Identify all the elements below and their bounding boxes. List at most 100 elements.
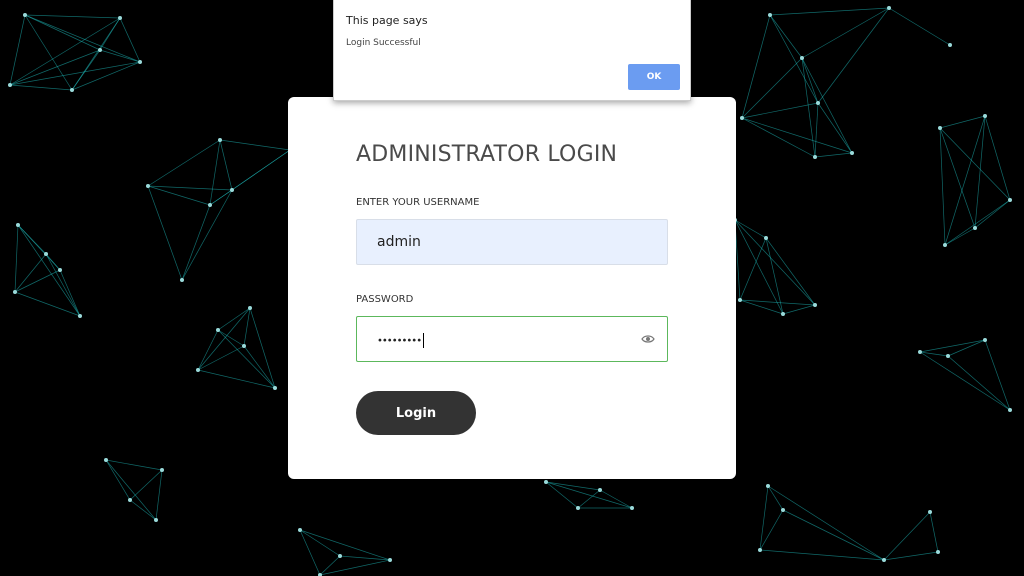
network-link xyxy=(883,511,931,561)
network-node xyxy=(138,60,142,64)
network-node xyxy=(781,312,785,316)
network-link xyxy=(219,139,233,191)
network-node xyxy=(781,508,785,512)
network-link xyxy=(219,139,291,151)
network-link xyxy=(817,102,853,154)
network-link xyxy=(801,57,853,154)
network-link xyxy=(801,7,890,59)
network-node xyxy=(196,368,200,372)
network-node xyxy=(943,243,947,247)
network-node xyxy=(128,498,132,502)
network-link xyxy=(739,299,816,306)
network-link xyxy=(759,509,784,551)
network-node xyxy=(544,480,548,484)
network-link xyxy=(759,549,885,561)
network-link xyxy=(974,199,1011,229)
network-link xyxy=(947,339,986,357)
network-link xyxy=(105,459,157,521)
network-node xyxy=(813,303,817,307)
network-node xyxy=(230,188,234,192)
network-link xyxy=(105,459,163,471)
dialog-message: Login Successful xyxy=(346,38,421,48)
network-node xyxy=(180,278,184,282)
password-mask: ••••••••• xyxy=(377,335,422,347)
network-link xyxy=(782,509,885,561)
network-node xyxy=(23,13,27,17)
network-link xyxy=(59,269,81,317)
network-link xyxy=(801,57,819,104)
network-link xyxy=(45,253,81,317)
network-link xyxy=(181,204,211,281)
network-node xyxy=(154,518,158,522)
network-node xyxy=(44,252,48,256)
network-node xyxy=(218,138,222,142)
network-node xyxy=(16,223,20,227)
network-node xyxy=(948,43,952,47)
network-link xyxy=(147,185,233,191)
network-link xyxy=(599,489,633,509)
network-link xyxy=(217,329,276,389)
network-link xyxy=(888,7,951,46)
network-node xyxy=(146,184,150,188)
network-node xyxy=(936,550,940,554)
network-link xyxy=(767,485,885,561)
network-node xyxy=(248,306,252,310)
network-node xyxy=(1008,408,1012,412)
network-link xyxy=(919,351,1011,411)
network-link xyxy=(45,253,61,271)
network-link xyxy=(129,499,157,521)
network-node xyxy=(598,488,602,492)
network-node xyxy=(242,344,246,348)
network-node xyxy=(78,314,82,318)
password-field[interactable]: ••••••••• xyxy=(356,316,668,362)
network-link xyxy=(801,57,816,158)
network-node xyxy=(576,506,580,510)
username-field[interactable]: admin xyxy=(356,219,668,265)
username-label: ENTER YOUR USERNAME xyxy=(356,197,480,208)
network-node xyxy=(768,13,772,17)
network-node xyxy=(338,554,342,558)
network-node xyxy=(973,226,977,230)
network-node xyxy=(983,338,987,342)
network-link xyxy=(24,14,141,63)
network-node xyxy=(938,126,942,130)
network-link xyxy=(197,307,251,371)
network-link xyxy=(734,219,816,306)
network-node xyxy=(388,558,392,562)
network-node xyxy=(850,151,854,155)
network-link xyxy=(24,14,121,19)
network-link xyxy=(155,469,163,521)
network-link xyxy=(249,307,276,389)
network-node xyxy=(813,155,817,159)
network-link xyxy=(919,339,986,353)
network-node xyxy=(764,236,768,240)
network-link xyxy=(14,253,47,293)
ok-button[interactable]: OK xyxy=(628,64,680,90)
network-link xyxy=(817,7,890,104)
network-node xyxy=(160,468,164,472)
network-node xyxy=(104,458,108,462)
network-link xyxy=(929,511,939,553)
login-button[interactable]: Login xyxy=(356,391,476,435)
network-node xyxy=(738,298,742,302)
network-link xyxy=(9,84,73,91)
network-link xyxy=(769,14,803,59)
alert-dialog: This page says Login Successful OK xyxy=(333,0,691,101)
network-link xyxy=(939,115,986,129)
password-value: ••••••••• xyxy=(377,333,425,348)
network-node xyxy=(816,101,820,105)
network-link xyxy=(769,7,890,16)
network-link xyxy=(739,237,767,301)
network-node xyxy=(918,350,922,354)
network-node xyxy=(70,88,74,92)
network-link xyxy=(741,14,771,119)
network-link xyxy=(939,127,976,229)
network-link xyxy=(17,224,81,317)
network-link xyxy=(319,559,391,576)
network-node xyxy=(758,548,762,552)
eye-icon[interactable] xyxy=(641,332,655,346)
network-node xyxy=(216,328,220,332)
network-node xyxy=(766,484,770,488)
network-link xyxy=(209,149,291,206)
network-link xyxy=(767,485,784,511)
